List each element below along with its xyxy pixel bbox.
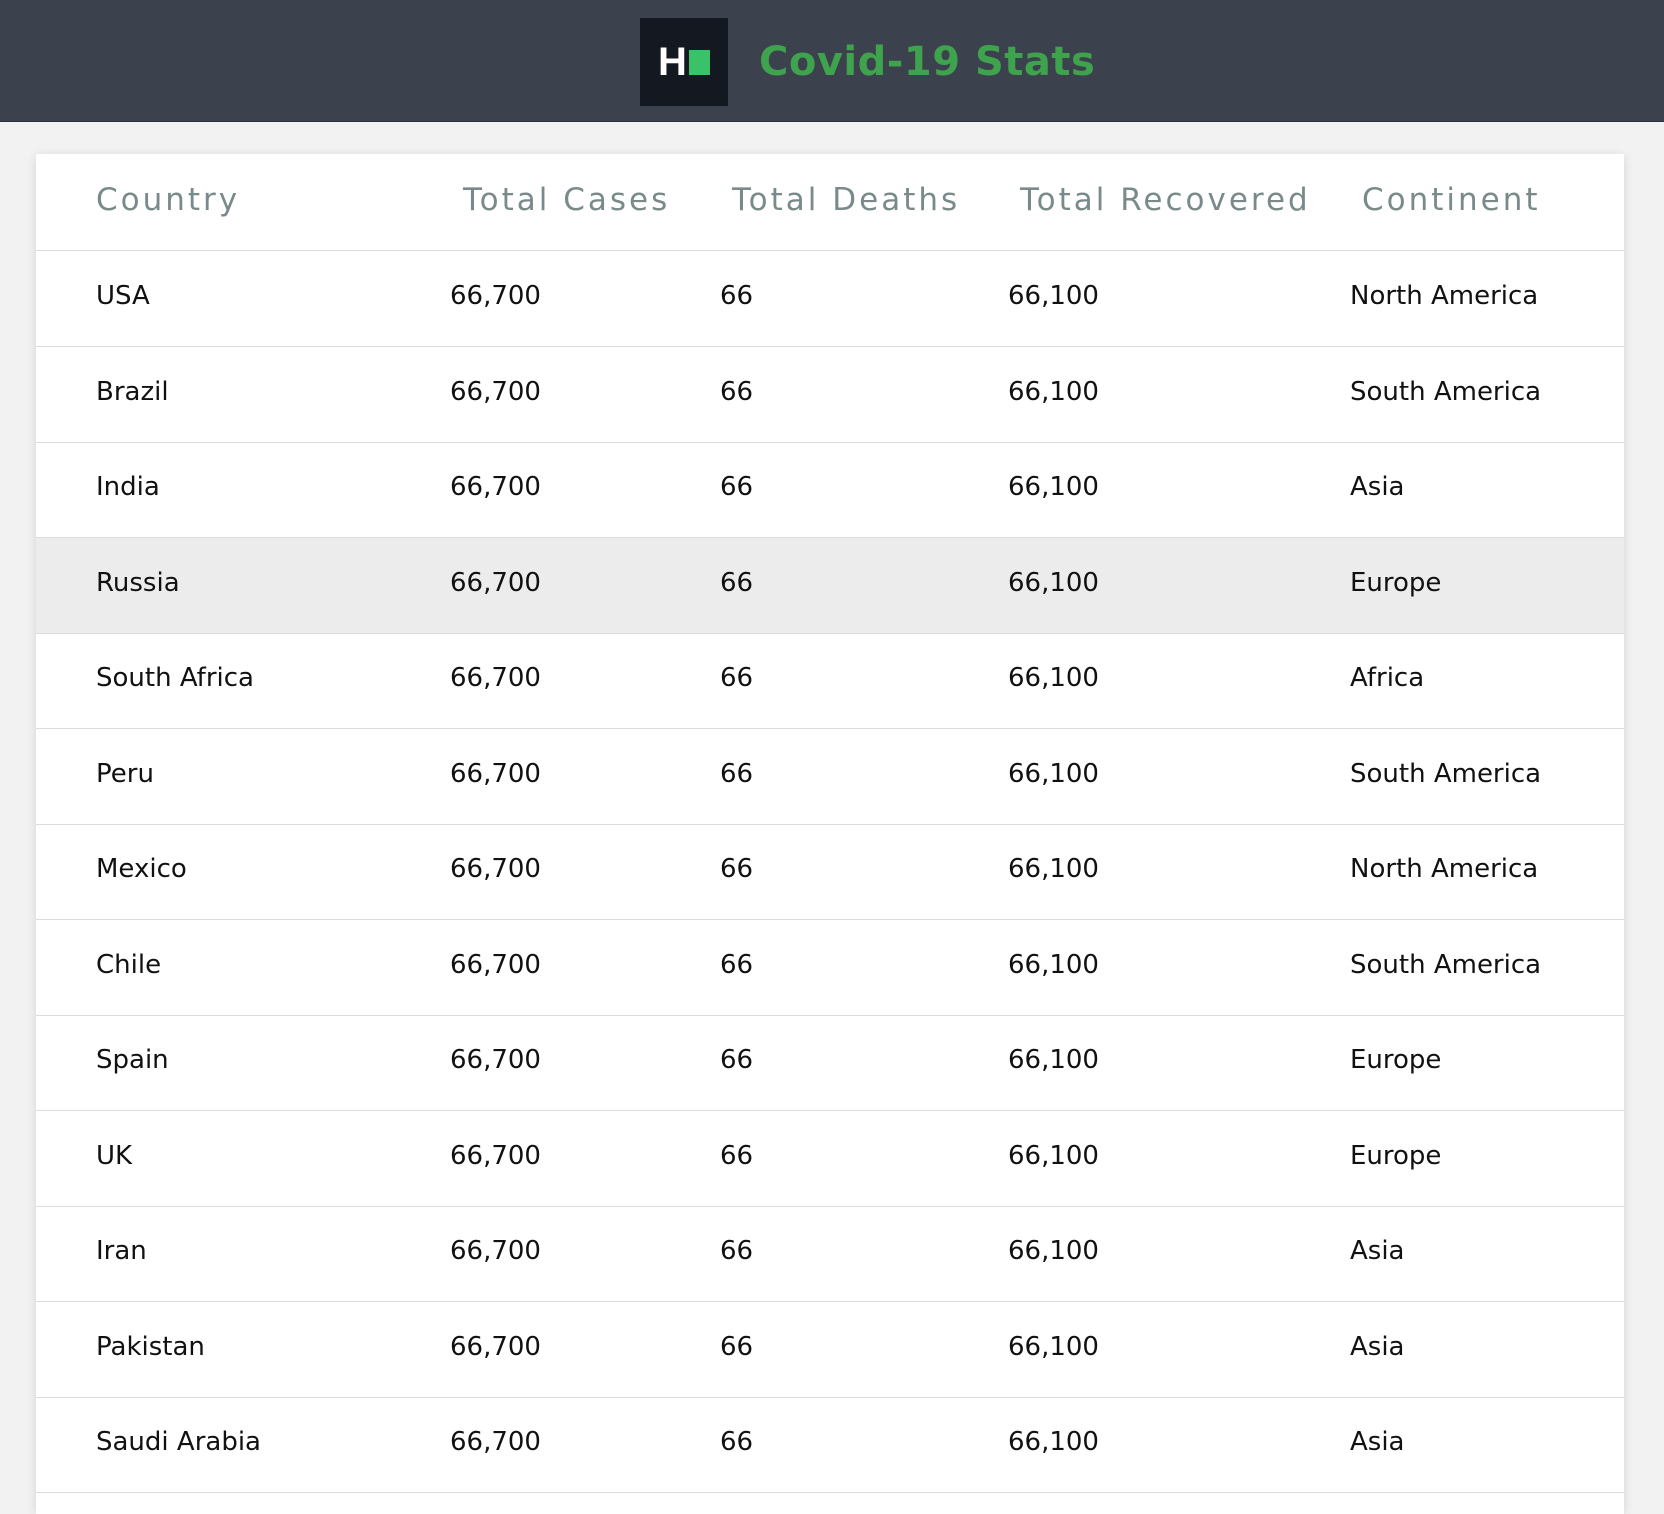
total-recovered-cell: 66,100 — [1008, 949, 1099, 980]
total-recovered-cell: 66,100 — [1008, 1331, 1099, 1362]
logo-square-icon — [688, 49, 710, 75]
country-cell: Mexico — [96, 854, 187, 884]
continent-cell: South America — [1350, 376, 1542, 407]
continent-cell: Africa — [1350, 663, 1425, 693]
country-cell: India — [96, 472, 160, 502]
stats-table: Country Total Cases Total Deaths Total R… — [36, 154, 1624, 1514]
total-deaths-cell: 66 — [720, 1236, 754, 1266]
total-cases-cell: 66,700 — [450, 758, 541, 789]
continent-cell: Europe — [1350, 567, 1442, 598]
total-recovered-cell: 66,100 — [1008, 854, 1099, 884]
total-deaths-cell: 66 — [720, 472, 754, 502]
continent-cell: Asia — [1350, 472, 1405, 502]
app-header: H Covid-19 Stats — [0, 0, 1664, 122]
continent-cell: Asia — [1350, 1236, 1405, 1266]
continent-cell: North America — [1350, 854, 1539, 884]
total-deaths-cell: 66 — [720, 663, 754, 693]
table-row[interactable]: USA 66,700 66 66,100 North America — [36, 251, 1624, 347]
total-cases-cell: 66,700 — [450, 663, 541, 693]
header-total-deaths[interactable]: Total Deaths — [732, 182, 960, 218]
header-continent[interactable]: Continent — [1362, 182, 1541, 218]
total-deaths-cell: 66 — [720, 376, 754, 407]
total-cases-cell: 66,700 — [450, 1140, 541, 1171]
continent-cell: Asia — [1350, 1331, 1405, 1362]
total-recovered-cell: 66,100 — [1008, 1045, 1099, 1075]
table-row[interactable]: Pakistan 66,700 66 66,100 Asia — [36, 1302, 1624, 1398]
total-cases-cell: 66,700 — [450, 472, 541, 502]
total-deaths-cell: 66 — [720, 854, 754, 884]
total-deaths-cell: 66 — [720, 1140, 754, 1171]
total-recovered-cell: 66,100 — [1008, 281, 1099, 311]
total-cases-cell: 66,700 — [450, 281, 541, 311]
continent-cell: North America — [1350, 281, 1539, 311]
table-row[interactable]: Mexico 66,700 66 66,100 North America — [36, 824, 1624, 920]
country-cell: Iran — [96, 1236, 147, 1266]
table-header-row: Country Total Cases Total Deaths Total R… — [36, 154, 1624, 251]
total-deaths-cell: 66 — [720, 1427, 754, 1457]
total-deaths-cell: 66 — [720, 1045, 754, 1075]
total-deaths-cell: 66 — [720, 567, 754, 598]
brand: H Covid-19 Stats — [640, 18, 1095, 106]
app-logo[interactable]: H — [640, 18, 728, 106]
total-recovered-cell: 66,100 — [1008, 376, 1099, 407]
table-row[interactable]: UK 66,700 66 66,100 Europe — [36, 1111, 1624, 1207]
total-recovered-cell: 66,100 — [1008, 1140, 1099, 1171]
total-deaths-cell: 66 — [720, 758, 754, 789]
page-title: Covid-19 Stats — [759, 39, 1096, 85]
continent-cell: Europe — [1350, 1045, 1442, 1075]
total-cases-cell: 66,700 — [450, 949, 541, 980]
total-cases-cell: 66,700 — [450, 376, 541, 407]
header-total-recovered[interactable]: Total Recovered — [1020, 182, 1311, 218]
total-cases-cell: 66,700 — [450, 854, 541, 884]
country-cell: Spain — [96, 1045, 169, 1075]
country-cell: UK — [96, 1140, 133, 1171]
table-row[interactable]: Peru 66,700 66 66,100 South America — [36, 729, 1624, 825]
total-recovered-cell: 66,100 — [1008, 663, 1099, 693]
table-row[interactable]: Saudi Arabia 66,700 66 66,100 Asia — [36, 1397, 1624, 1493]
country-cell: Brazil — [96, 376, 169, 407]
table-row[interactable]: South Africa 66,700 66 66,100 Africa — [36, 633, 1624, 729]
total-recovered-cell: 66,100 — [1008, 1236, 1099, 1266]
country-cell: Saudi Arabia — [96, 1427, 261, 1457]
total-recovered-cell: 66,100 — [1008, 472, 1099, 502]
continent-cell: Asia — [1350, 1427, 1405, 1457]
table-row[interactable]: India 66,700 66 66,100 Asia — [36, 442, 1624, 538]
table-row[interactable]: Chile 66,700 66 66,100 South America — [36, 920, 1624, 1016]
header-total-cases[interactable]: Total Cases — [463, 182, 670, 218]
total-recovered-cell: 66,100 — [1008, 567, 1099, 598]
country-cell: Chile — [96, 949, 162, 980]
table-row[interactable]: Spain 66,700 66 66,100 Europe — [36, 1015, 1624, 1111]
total-cases-cell: 66,700 — [450, 1427, 541, 1457]
continent-cell: South America — [1350, 758, 1542, 789]
total-recovered-cell: 66,100 — [1008, 1427, 1099, 1457]
total-deaths-cell: 66 — [720, 949, 754, 980]
country-cell: Peru — [96, 758, 154, 789]
continent-cell: Europe — [1350, 1140, 1442, 1171]
table-row[interactable]: Russia 66,700 66 66,100 Europe — [36, 537, 1624, 634]
logo-letter: H — [658, 40, 687, 84]
total-cases-cell: 66,700 — [450, 1236, 541, 1266]
total-cases-cell: 66,700 — [450, 567, 541, 598]
continent-cell: South America — [1350, 949, 1542, 980]
table-row[interactable]: Brazil 66,700 66 66,100 South America — [36, 347, 1624, 443]
country-cell: USA — [96, 281, 150, 311]
total-cases-cell: 66,700 — [450, 1045, 541, 1075]
header-country[interactable]: Country — [96, 182, 240, 218]
table-row[interactable]: Iran 66,700 66 66,100 Asia — [36, 1206, 1624, 1302]
country-cell: Pakistan — [96, 1331, 205, 1362]
total-deaths-cell: 66 — [720, 1331, 754, 1362]
country-cell: Russia — [96, 567, 180, 598]
total-cases-cell: 66,700 — [450, 1331, 541, 1362]
total-recovered-cell: 66,100 — [1008, 758, 1099, 789]
total-deaths-cell: 66 — [720, 281, 754, 311]
country-cell: South Africa — [96, 663, 254, 693]
